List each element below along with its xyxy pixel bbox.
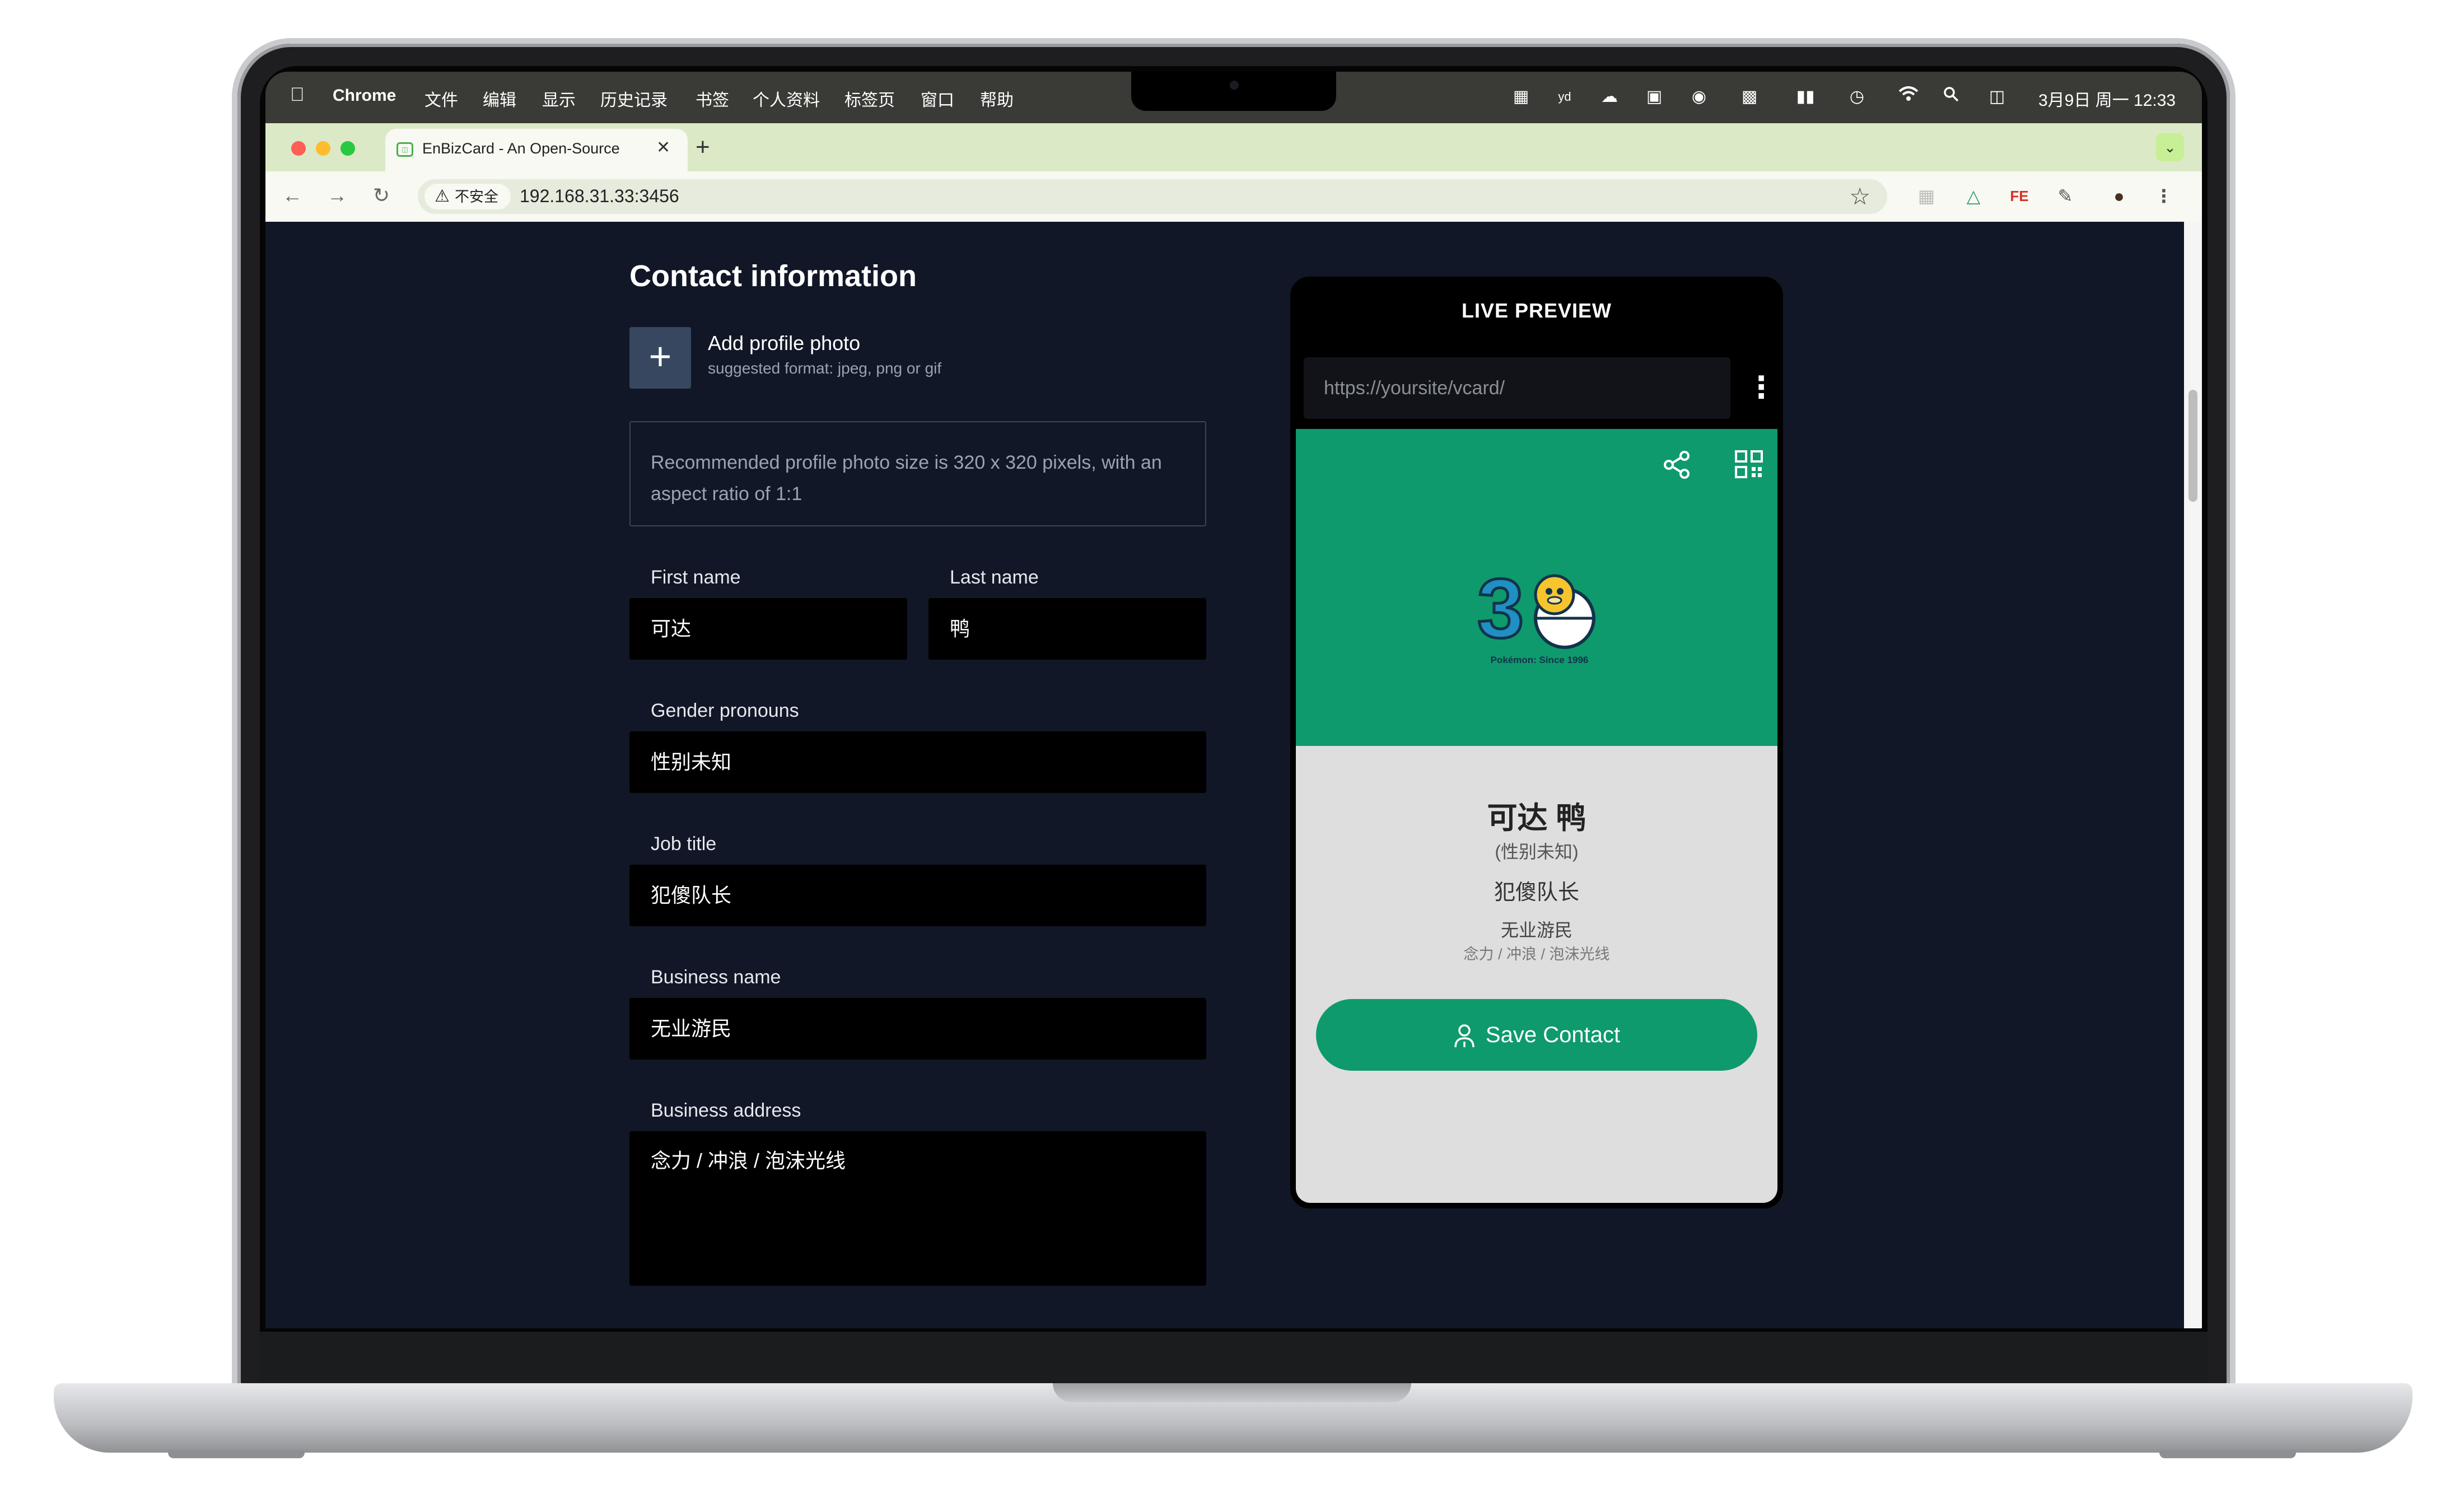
mac-menubar:  Chrome 文件 编辑 显示 历史记录 书签 个人资料 标签页 窗口 帮助… xyxy=(265,72,2202,123)
menu-history[interactable]: 历史记录 xyxy=(600,86,668,111)
save-contact-label: Save Contact xyxy=(1485,1023,1621,1047)
tab-enbizcard[interactable]: ◫ EnBizCard - An Open-Source ✕ xyxy=(385,129,688,171)
add-photo-label[interactable]: Add profile photo xyxy=(708,332,860,355)
menu-tabs[interactable]: 标签页 xyxy=(844,86,895,111)
close-icon[interactable]: ✕ xyxy=(656,138,670,157)
business-address-textarea[interactable]: 念力 / 冲浪 / 泡沫光线 xyxy=(629,1131,1206,1286)
sync-icon[interactable]: ◷ xyxy=(1846,86,1868,108)
contact-icon xyxy=(1454,1024,1474,1048)
app-menu[interactable]: Chrome xyxy=(333,86,396,105)
section-title: Contact information xyxy=(629,259,917,293)
search-icon[interactable] xyxy=(1940,86,1962,108)
menu-profiles[interactable]: 个人资料 xyxy=(753,86,820,111)
avatar[interactable]: ● xyxy=(2108,184,2130,208)
add-photo-hint: suggested format: jpeg, png or gif xyxy=(708,360,942,377)
menu-file[interactable]: 文件 xyxy=(424,86,458,111)
extensions-icon[interactable]: ✎ xyxy=(2054,184,2076,208)
reload-icon[interactable]: ↻ xyxy=(373,184,390,207)
first-name-label: First name xyxy=(651,567,741,588)
pronouns-field[interactable]: 性别未知 xyxy=(629,731,1206,793)
battery-icon[interactable]: ▮▮ xyxy=(1789,86,1822,108)
job-title-field[interactable]: 犯傻队长 xyxy=(629,865,1206,926)
job-title-label: Job title xyxy=(651,833,717,855)
menu-view[interactable]: 显示 xyxy=(542,86,576,111)
live-preview-panel: LIVE PREVIEW https://yoursite/vcard/ ⋮ 3… xyxy=(1290,277,1783,1208)
vcard-preview: 3 Pokémon: Since 1996 可达 鸭 (性别未知) 犯傻队长 无… xyxy=(1296,429,1777,1203)
fe-helper-icon[interactable]: FE xyxy=(2008,184,2031,208)
logo-caption: Pokémon: Since 1996 xyxy=(1491,655,1589,665)
tab-title: EnBizCard - An Open-Source xyxy=(422,140,620,157)
screen:  Chrome 文件 编辑 显示 历史记录 书签 个人资料 标签页 窗口 帮助… xyxy=(265,72,2202,1328)
keyboard-icon[interactable]: ▦ xyxy=(1510,86,1532,108)
tab-strip: ◫ EnBizCard - An Open-Source ✕ + ⌄ xyxy=(265,123,2202,171)
card-pronouns: (性别未知) xyxy=(1495,842,1579,862)
url-text[interactable]: 192.168.31.33:3456 xyxy=(520,186,679,207)
address-bar[interactable]: ⚠ 不安全 192.168.31.33:3456 ☆ xyxy=(418,179,1887,214)
extension-icon[interactable]: ▦ xyxy=(1915,184,1938,208)
close-window-button[interactable] xyxy=(291,141,306,156)
forward-icon[interactable]: → xyxy=(327,184,347,207)
pokemon-30-logo: 3 Pokémon: Since 1996 xyxy=(1476,566,1595,665)
last-name-field[interactable]: 鸭 xyxy=(928,598,1206,660)
chevron-down-icon[interactable]: ⌄ xyxy=(2156,133,2184,161)
warning-icon: ⚠ xyxy=(435,187,450,206)
page-scrollbar[interactable] xyxy=(2184,222,2202,1328)
qr-code-icon[interactable] xyxy=(1734,449,1764,479)
camera xyxy=(1230,81,1239,90)
new-tab-icon[interactable]: + xyxy=(696,133,710,161)
menu-bookmarks[interactable]: 书签 xyxy=(696,86,729,111)
menu-help[interactable]: 帮助 xyxy=(980,86,1014,111)
card-business-name: 无业游民 xyxy=(1500,920,1572,940)
live-preview-title: LIVE PREVIEW xyxy=(1461,299,1612,322)
browser-toolbar: ← → ↻ ⚠ 不安全 192.168.31.33:3456 ☆ ▦ △ FE … xyxy=(265,171,2202,222)
zoom-window-button[interactable] xyxy=(340,141,355,156)
back-icon[interactable]: ← xyxy=(282,184,302,207)
photo-icon[interactable]: ▩ xyxy=(1738,86,1761,108)
scrollbar-thumb[interactable] xyxy=(2188,390,2197,502)
more-options-icon[interactable]: ⋮ xyxy=(1746,370,1776,405)
site-info-button[interactable]: ⚠ 不安全 xyxy=(424,184,511,209)
business-name-field[interactable]: 无业游民 xyxy=(629,998,1206,1060)
apple-icon[interactable]:  xyxy=(290,84,305,106)
bookmark-star-icon[interactable]: ☆ xyxy=(1849,183,1870,210)
input-method-icon[interactable]: yd xyxy=(1553,86,1576,108)
vcard-favicon-icon: ◫ xyxy=(396,142,413,157)
page-content: Contact information + Add profile photo … xyxy=(265,222,2202,1328)
svg-text:3: 3 xyxy=(1477,566,1524,655)
card-business-address: 念力 / 冲浪 / 泡沫光线 xyxy=(1463,946,1610,963)
first-name-field[interactable]: 可达 xyxy=(629,598,907,660)
business-address-label: Business address xyxy=(651,1100,801,1121)
menu-edit[interactable]: 编辑 xyxy=(483,86,516,111)
save-contact-button[interactable]: Save Contact xyxy=(1316,999,1757,1071)
card-header: 3 Pokémon: Since 1996 xyxy=(1296,429,1777,746)
pronouns-label: Gender pronouns xyxy=(651,700,799,721)
laptop-opening-notch xyxy=(1053,1383,1411,1402)
wifi-icon[interactable] xyxy=(1897,86,1920,108)
photo-recommendation-note: Recommended profile photo size is 320 x … xyxy=(629,421,1206,526)
add-photo-button[interactable]: + xyxy=(629,327,691,389)
clock[interactable]: 3月9日 周一 12:33 xyxy=(2038,86,2176,111)
card-name: 可达 鸭 xyxy=(1487,801,1586,835)
laptop-foot xyxy=(168,1450,305,1458)
control-center-icon[interactable]: ◫ xyxy=(1980,86,2014,108)
laptop-foot xyxy=(2159,1450,2296,1458)
cloud-icon[interactable]: ☁ xyxy=(1598,86,1621,108)
vcard-url-input[interactable]: https://yoursite/vcard/ xyxy=(1304,357,1730,419)
screenshot-icon[interactable]: ▣ xyxy=(1643,86,1665,108)
business-name-label: Business name xyxy=(651,967,781,988)
card-job-title: 犯傻队长 xyxy=(1494,881,1579,904)
vue-devtools-icon[interactable]: △ xyxy=(1962,184,1985,208)
wechat-icon[interactable]: ◉ xyxy=(1688,86,1710,108)
menu-window[interactable]: 窗口 xyxy=(921,86,954,111)
camera-notch xyxy=(1131,72,1336,111)
laptop-chin xyxy=(260,1332,2208,1388)
share-icon[interactable] xyxy=(1660,448,1693,482)
last-name-label: Last name xyxy=(950,567,1039,588)
menu-icon[interactable]: ⋮ xyxy=(2153,184,2175,208)
insecure-label: 不安全 xyxy=(455,188,499,205)
minimize-window-button[interactable] xyxy=(316,141,330,156)
